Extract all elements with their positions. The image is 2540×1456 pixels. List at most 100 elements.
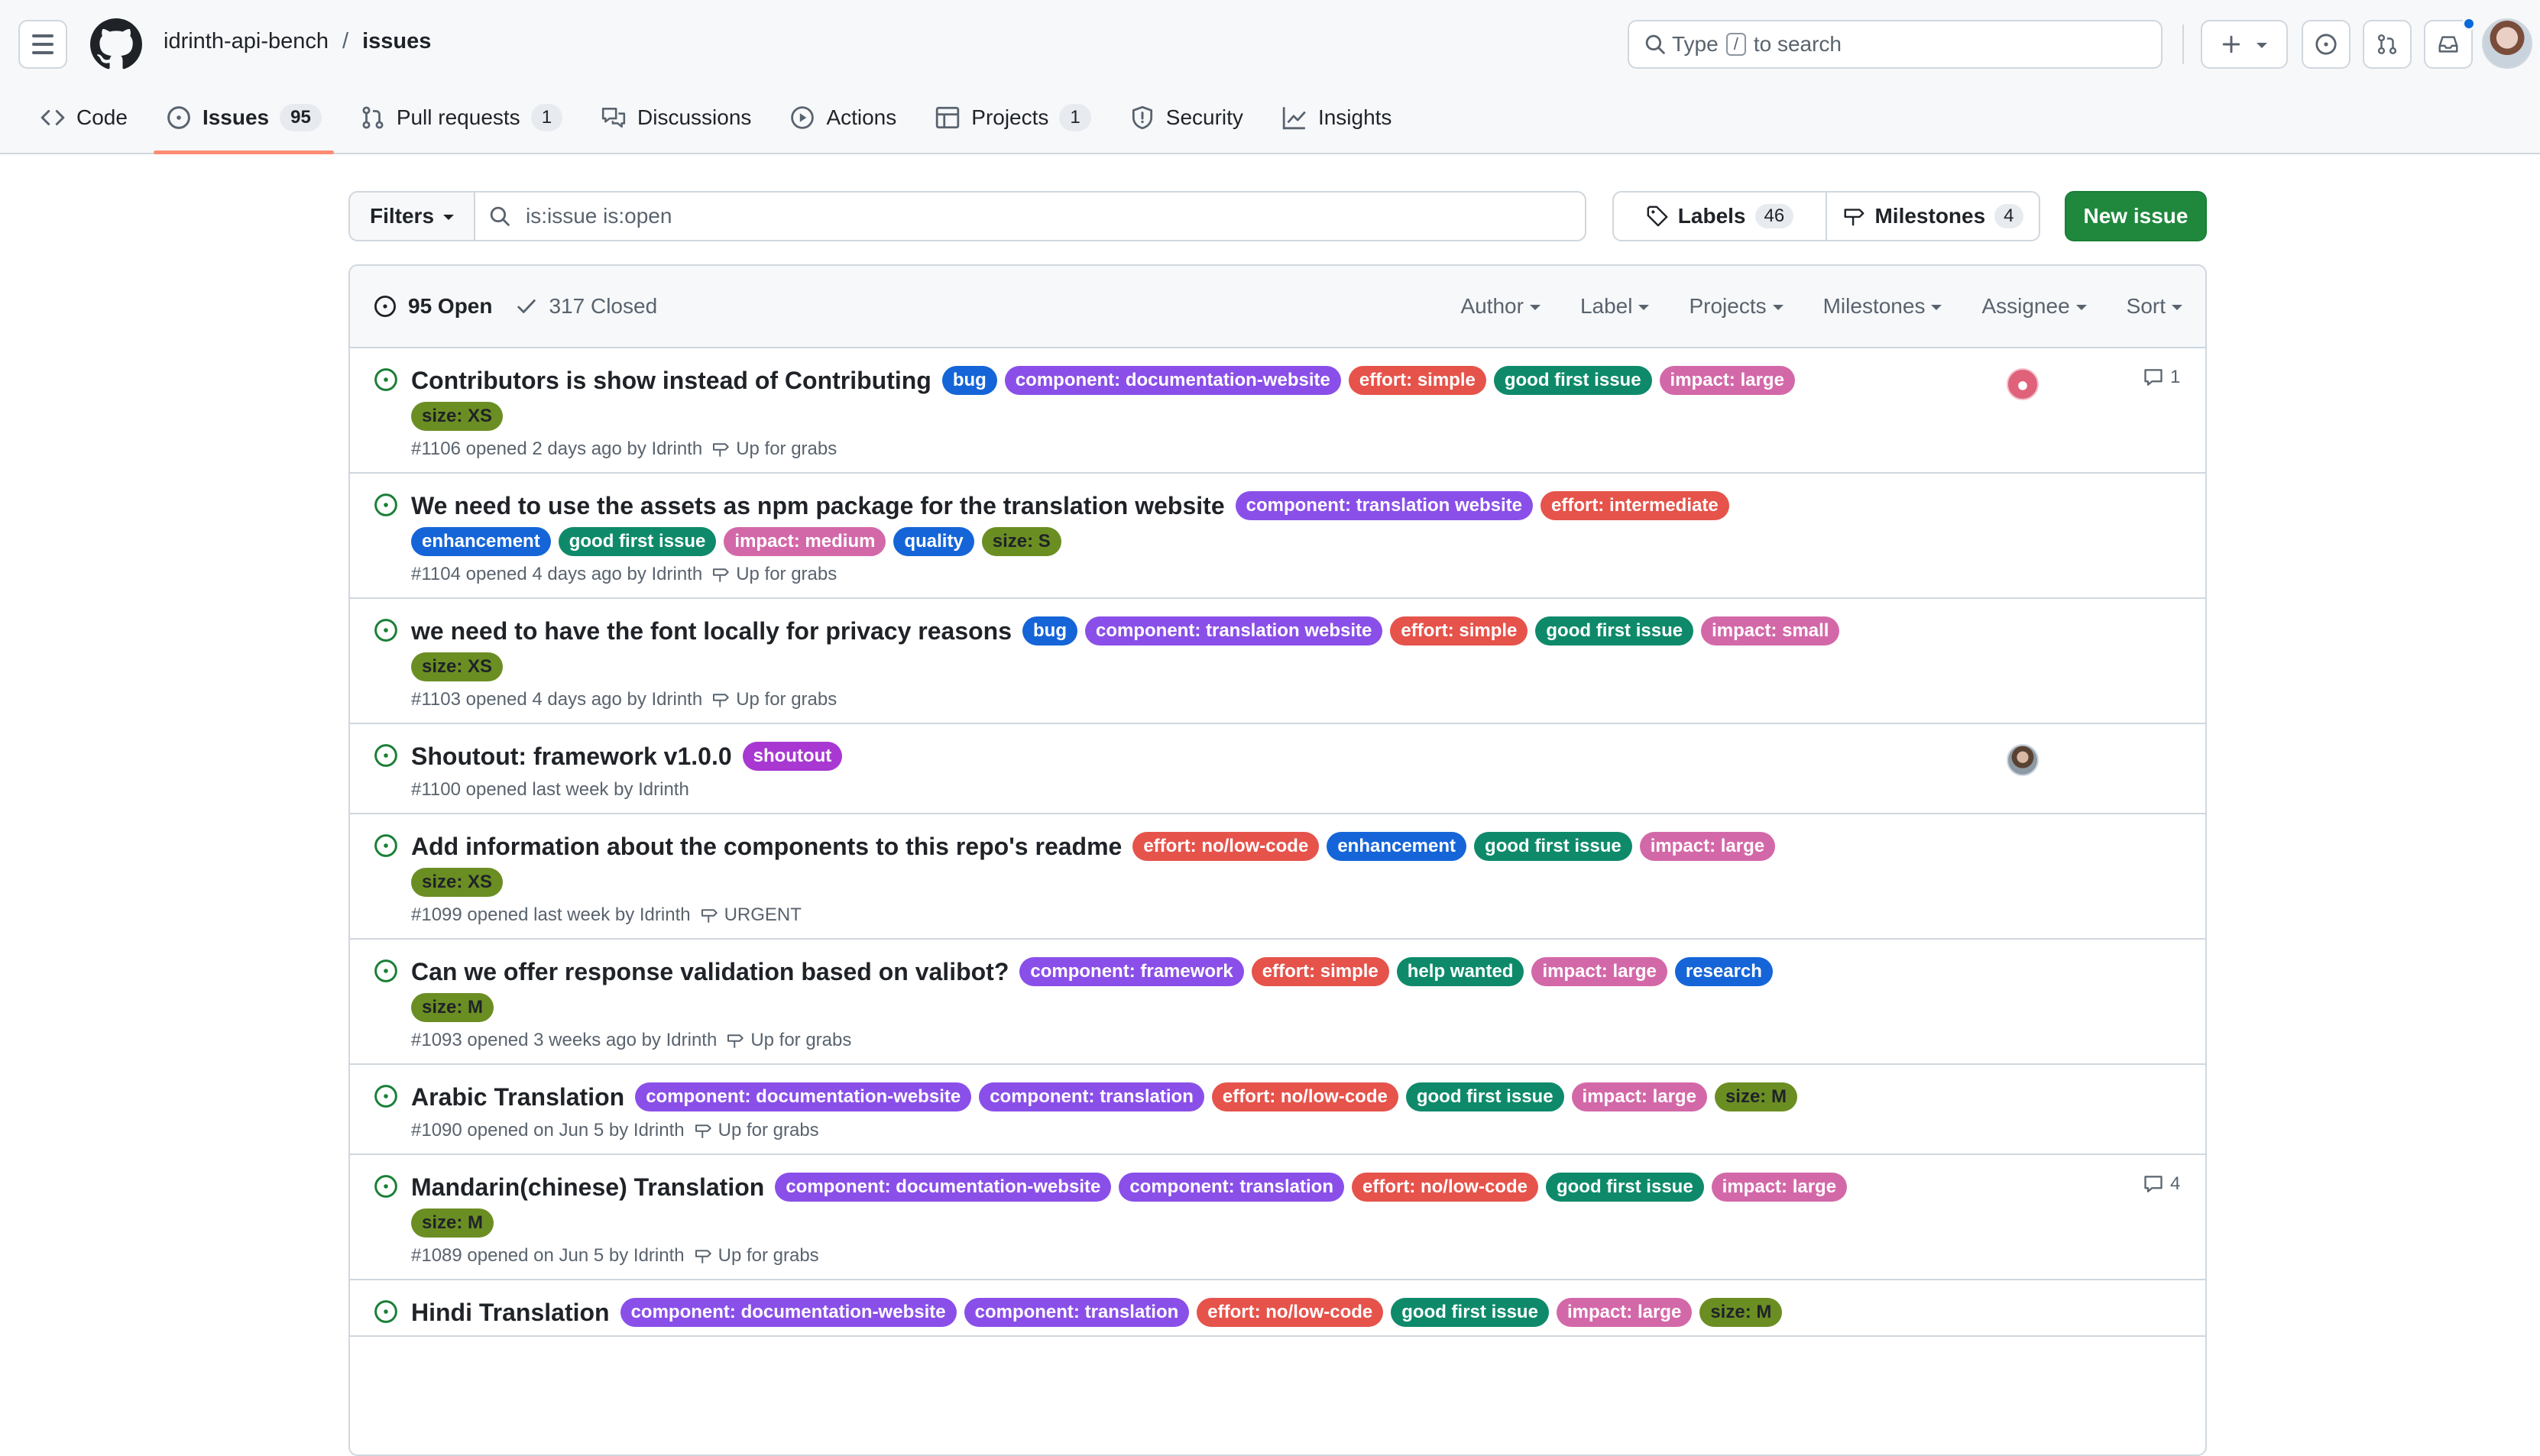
issue-row[interactable]: We need to use the assets as npm package… [350,474,2205,599]
issue-label[interactable]: component: framework [1019,957,1244,986]
issue-label[interactable]: effort: no/low-code [1211,1082,1398,1111]
issue-milestone[interactable]: Up for grabs [694,1245,819,1267]
milestones-button[interactable]: Milestones 4 [1826,193,2039,240]
comments-count[interactable]: 4 [2143,1173,2180,1195]
issue-label[interactable]: research [1674,957,1773,986]
issue-row[interactable]: Add information about the components to … [350,814,2205,940]
assignee-filter-menu[interactable]: Assignee [1981,294,2087,319]
issue-label[interactable]: component: translation [1119,1173,1344,1202]
issue-title-link[interactable]: Hindi Translation [411,1297,610,1328]
issue-label[interactable]: component: translation website [1085,616,1383,645]
tab-insights[interactable]: Insights [1269,98,1404,138]
issue-label[interactable]: good first issue [1493,366,1652,395]
issue-label[interactable]: impact: small [1701,616,1840,645]
issue-label[interactable]: effort: no/low-code [1197,1298,1384,1327]
breadcrumb-repo[interactable]: issues [362,29,431,54]
milestones-filter-menu[interactable]: Milestones [1823,294,1942,319]
closed-issues-filter[interactable]: 317 Closed [515,294,657,319]
issue-label[interactable]: shoutout [742,742,843,771]
issue-milestone[interactable]: Up for grabs [711,564,837,585]
issue-search-input[interactable]: is:issue is:open [475,193,1585,240]
issue-row[interactable]: Can we offer response validation based o… [350,940,2205,1065]
issue-label[interactable]: size: XS [411,402,504,431]
author-filter-menu[interactable]: Author [1460,294,1541,319]
tab-projects[interactable]: Projects 1 [922,98,1103,138]
issue-label[interactable]: impact: large [1531,957,1667,986]
issue-label[interactable]: good first issue [1545,1173,1704,1202]
issue-label[interactable]: quality [893,527,974,556]
issue-label[interactable]: impact: large [1639,832,1776,861]
issue-label[interactable]: component: translation website [1235,491,1533,520]
issue-title-link[interactable]: Shoutout: framework v1.0.0 [411,741,732,772]
open-issues-filter[interactable]: 95 Open [373,294,492,319]
issue-label[interactable]: enhancement [1327,832,1467,861]
issue-title-link[interactable]: Can we offer response validation based o… [411,956,1009,987]
tab-actions[interactable]: Actions [777,98,909,138]
issue-label[interactable]: size: XS [411,868,504,897]
issue-label[interactable]: component: translation [979,1082,1204,1111]
issue-milestone[interactable]: Up for grabs [711,438,837,460]
assignee-avatar[interactable] [2007,744,2039,776]
issue-label[interactable]: size: M [411,1208,494,1238]
assignee-avatar[interactable] [2007,368,2039,400]
tab-code[interactable]: Code [28,98,140,138]
issue-label[interactable]: impact: large [1556,1298,1693,1327]
issue-label[interactable]: bug [941,366,997,395]
global-search-input[interactable]: Type / to search [1628,20,2163,69]
comments-count[interactable]: 1 [2143,367,2180,388]
issue-label[interactable]: bug [1022,616,1077,645]
tab-issues[interactable]: Issues 95 [153,98,334,154]
issue-label[interactable]: good first issue [1391,1298,1549,1327]
issue-row[interactable]: Shoutout: framework v1.0.0 shoutout #1100 … [350,724,2205,814]
issue-label[interactable]: effort: intermediate [1540,491,1729,520]
tab-discussions[interactable]: Discussions [588,98,763,138]
issue-label[interactable]: good first issue [1474,832,1632,861]
issue-label[interactable]: component: translation [964,1298,1190,1327]
breadcrumb-owner[interactable]: idrinth-api-bench [164,29,329,54]
issue-title-link[interactable]: Add information about the components to … [411,831,1122,862]
issue-label[interactable]: size: XS [411,652,504,681]
github-logo-icon[interactable] [90,18,142,70]
user-avatar[interactable] [2482,18,2532,69]
issue-row[interactable]: Contributors is show instead of Contribu… [350,348,2205,474]
issue-row[interactable]: Mandarin(chinese) Translation component: … [350,1155,2205,1280]
issue-label[interactable]: impact: large [1571,1082,1707,1111]
issue-row[interactable]: Hindi Translation component: documentatio… [350,1280,2205,1337]
issue-label[interactable]: good first issue [1535,616,1694,645]
labels-button[interactable]: Labels 46 [1614,193,1826,240]
pull-requests-shortcut-button[interactable] [2363,20,2412,69]
label-filter-menu[interactable]: Label [1580,294,1650,319]
issue-label[interactable]: help wanted [1396,957,1524,986]
issue-milestone[interactable]: Up for grabs [711,689,837,710]
issue-row[interactable]: we need to have the font locally for pri… [350,599,2205,724]
issue-label[interactable]: component: documentation-website [1004,366,1341,395]
projects-filter-menu[interactable]: Projects [1689,294,1784,319]
tab-security[interactable]: Security [1117,98,1255,138]
issue-label[interactable]: size: M [1714,1082,1797,1111]
issue-label[interactable]: size: M [1699,1298,1783,1327]
issue-label[interactable]: good first issue [1405,1082,1564,1111]
issue-label[interactable]: impact: large [1659,366,1795,395]
issues-shortcut-button[interactable] [2302,20,2350,69]
issue-label[interactable]: component: documentation-website [620,1298,957,1327]
sort-menu[interactable]: Sort [2127,294,2182,319]
issue-label[interactable]: effort: simple [1348,366,1486,395]
issue-label[interactable]: size: S [981,527,1061,556]
menu-button[interactable] [18,20,67,69]
issue-title-link[interactable]: Contributors is show instead of Contribu… [411,365,931,396]
issue-milestone[interactable]: Up for grabs [694,1120,819,1141]
issue-row[interactable]: Arabic Translation component: documentati… [350,1065,2205,1155]
new-issue-button[interactable]: New issue [2065,191,2207,241]
issue-label[interactable]: size: M [411,993,494,1022]
tab-pull-requests[interactable]: Pull requests 1 [348,98,575,138]
issue-label[interactable]: effort: simple [1390,616,1528,645]
issue-label[interactable]: effort: no/low-code [1352,1173,1538,1202]
issue-label[interactable]: impact: large [1711,1173,1848,1202]
issue-title-link[interactable]: We need to use the assets as npm package… [411,490,1225,521]
issue-label[interactable]: good first issue [558,527,717,556]
issue-label[interactable]: component: documentation-website [775,1173,1112,1202]
create-new-button[interactable] [2201,20,2288,69]
issue-title-link[interactable]: Mandarin(chinese) Translation [411,1172,764,1202]
issue-milestone[interactable]: Up for grabs [726,1030,851,1051]
issue-label[interactable]: enhancement [411,527,551,556]
